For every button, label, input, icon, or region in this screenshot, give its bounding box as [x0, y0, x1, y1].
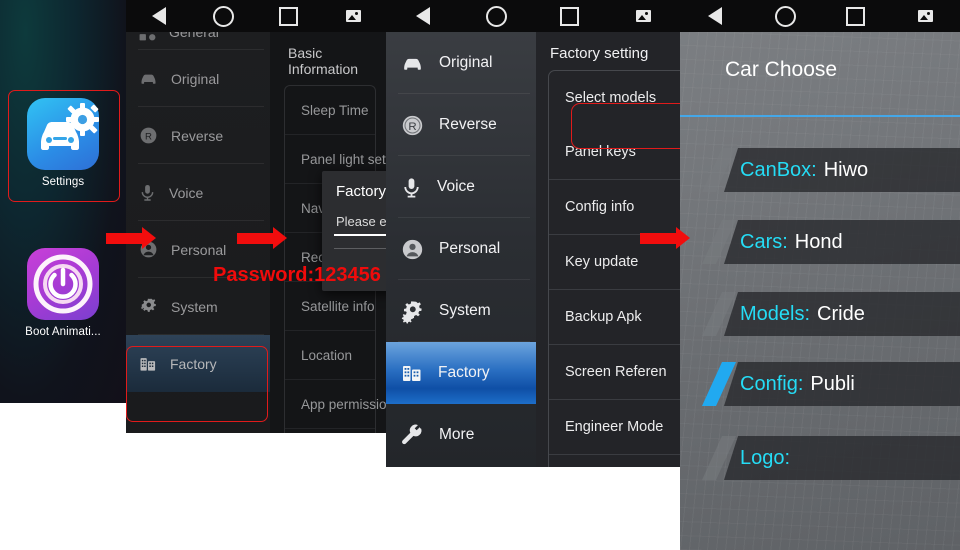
gears-icon: [400, 299, 425, 324]
factory-highlight-box: [126, 346, 268, 422]
password-annotation: Password:123456: [213, 264, 381, 286]
flow-arrow-3: [640, 227, 690, 249]
sidebar-item-label: Factory: [438, 364, 490, 381]
person-icon: [400, 237, 425, 262]
row-value: Hiwo: [823, 158, 869, 181]
car-icon: [138, 68, 159, 89]
settings-sidebar: Original R Reverse Voice Personal System…: [386, 32, 537, 467]
home-circle-icon[interactable]: [750, 0, 820, 32]
car-row-canbox[interactable]: CanBox: Hiwo: [680, 148, 960, 192]
power-button-icon: [27, 248, 99, 320]
svg-text:R: R: [408, 120, 416, 132]
r-circle-icon: R: [400, 113, 425, 138]
table-row[interactable]: App permissions: [285, 380, 386, 429]
car-row-config[interactable]: Config: Publi: [680, 362, 960, 406]
row-value: Publi: [810, 372, 855, 395]
page-title: Car Choose: [725, 58, 838, 81]
back-triangle-icon[interactable]: [126, 0, 191, 32]
password-input[interactable]: [334, 234, 386, 236]
home-circle-icon[interactable]: [191, 0, 256, 32]
row-key: Logo:: [740, 446, 791, 469]
android-navbar: [386, 0, 680, 32]
car-row-cars[interactable]: Cars: Hond: [680, 220, 960, 264]
car-row-logo[interactable]: Logo:: [680, 436, 960, 480]
row-value: Cride: [817, 302, 865, 325]
sidebar-item-voice[interactable]: Voice: [126, 164, 270, 221]
dialog-subtitle: Please e: [336, 214, 386, 229]
wrench-icon: [400, 423, 425, 448]
sidebar-item-label: Original: [439, 54, 493, 71]
android-navbar: [126, 0, 386, 32]
row-key: Config:: [740, 372, 804, 395]
sidebar-item-factory[interactable]: Factory: [386, 342, 536, 404]
table-row[interactable]: Sleep Time: [285, 86, 375, 135]
car-row-models[interactable]: Models: Cride: [680, 292, 960, 336]
screenshot-image-icon[interactable]: [321, 0, 386, 32]
sidebar-item-reverse[interactable]: R Reverse: [126, 107, 270, 164]
sidebar-item-label: General: [169, 32, 219, 40]
app-boot-animation[interactable]: Boot Animati...: [0, 248, 126, 338]
dialog-title: Factory: [336, 183, 386, 200]
svg-text:R: R: [145, 131, 152, 142]
content-title: Factory setting: [550, 45, 649, 62]
sidebar-item-more[interactable]: More: [386, 404, 536, 466]
recents-square-icon[interactable]: [820, 0, 890, 32]
sidebar-item-label: Reverse: [439, 116, 497, 133]
flow-arrow-1: [106, 227, 156, 249]
recents-square-icon[interactable]: [256, 0, 321, 32]
microphone-icon: [400, 176, 423, 199]
sidebar-item-label: Personal: [439, 240, 501, 257]
table-row[interactable]: Engineer Mode: [549, 400, 680, 455]
sidebar-item-label: System: [439, 302, 491, 319]
content-title: Basic Information: [288, 45, 359, 77]
app-label: Boot Animati...: [25, 326, 101, 338]
row-key: CanBox:: [740, 158, 817, 181]
screenshot-image-icon[interactable]: [890, 0, 960, 32]
car-choose-header: Car Choose: [680, 32, 960, 117]
gears-icon: [138, 296, 159, 317]
settings-highlight-box: [8, 90, 120, 202]
android-navbar: [680, 0, 960, 32]
factory-setting-panel: Original R Reverse Voice Personal System…: [386, 0, 680, 467]
sidebar-item-label: Voice: [437, 178, 475, 195]
sidebar-item-label: System: [171, 298, 218, 315]
sidebar-item-label: Reverse: [171, 127, 224, 144]
home-circle-icon[interactable]: [460, 0, 534, 32]
sidebar-item-label: Personal: [171, 241, 227, 258]
row-key: Cars:: [740, 230, 788, 253]
grid-shapes-icon: [138, 32, 157, 42]
table-row[interactable]: Screen Referen: [549, 345, 680, 400]
sidebar-item-reverse[interactable]: R Reverse: [386, 94, 536, 156]
microphone-icon: [138, 183, 157, 202]
row-value: Hond: [794, 230, 843, 253]
factory-setting-content: Factory setting Select models Panel keys…: [536, 32, 680, 467]
settings-panel-basic: General Original R Reverse Voice Persona…: [126, 0, 386, 433]
screenshot-image-icon[interactable]: [607, 0, 681, 32]
password-input-secondary[interactable]: [334, 248, 386, 249]
back-triangle-icon[interactable]: [680, 0, 750, 32]
select-models-highlight-box: [571, 103, 680, 149]
sidebar-item-label: Voice: [169, 184, 204, 201]
sidebar-item-original[interactable]: Original: [126, 50, 270, 107]
car-choose-panel: Car Choose CanBox: Hiwo Cars: Hond Model…: [680, 0, 960, 550]
back-triangle-icon[interactable]: [386, 0, 460, 32]
flow-arrow-2: [237, 227, 287, 249]
sidebar-item-system[interactable]: System: [386, 280, 536, 342]
row-key: Models:: [740, 302, 811, 325]
sidebar-item-general[interactable]: General: [126, 32, 270, 50]
car-icon: [400, 51, 425, 76]
table-row[interactable]: Location: [285, 331, 375, 380]
sidebar-item-label: Original: [171, 70, 220, 87]
launcher-panel: Settings Boot Animati...: [0, 0, 126, 403]
sidebar-item-label: More: [439, 426, 475, 443]
table-row[interactable]: Backup Apk: [549, 290, 680, 345]
sidebar-item-voice[interactable]: Voice: [386, 156, 536, 218]
header-underline: [680, 115, 960, 117]
building-icon: [400, 361, 424, 385]
r-circle-icon: R: [138, 125, 159, 146]
sidebar-item-original[interactable]: Original: [386, 32, 536, 94]
sidebar-item-personal[interactable]: Personal: [386, 218, 536, 280]
recents-square-icon[interactable]: [533, 0, 607, 32]
